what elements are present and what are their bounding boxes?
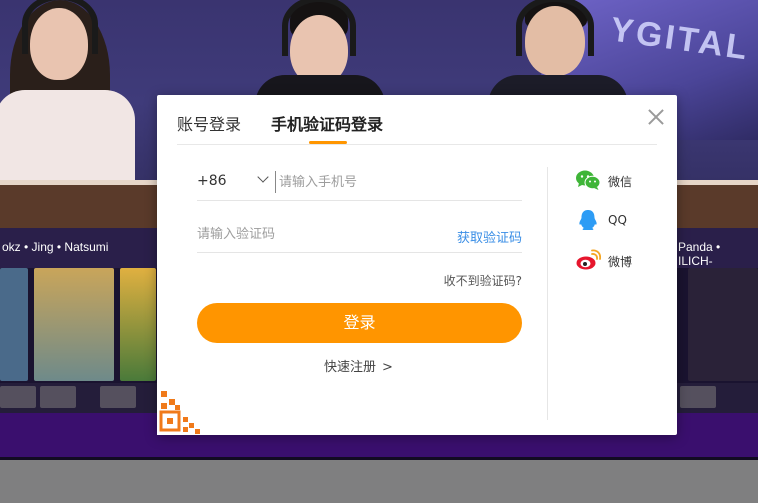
weibo-label: 微博 bbox=[608, 255, 633, 269]
register-arrow: > bbox=[382, 360, 393, 375]
qq-login[interactable]: QQ bbox=[575, 209, 645, 233]
wechat-label: 微信 bbox=[608, 175, 633, 189]
qq-icon bbox=[579, 210, 597, 230]
register-label: 快速注册 bbox=[324, 360, 377, 375]
weibo-login[interactable]: 微博 bbox=[575, 249, 645, 273]
hero-portrait bbox=[0, 268, 28, 381]
item-slot bbox=[100, 386, 136, 408]
country-code-select[interactable]: +86 bbox=[197, 173, 227, 189]
qr-code-icon bbox=[157, 385, 207, 435]
phone-input[interactable] bbox=[275, 171, 515, 193]
weibo-icon bbox=[576, 249, 601, 270]
code-field: 获取验证码 bbox=[197, 215, 522, 253]
item-slot bbox=[680, 386, 716, 408]
login-tabs: 账号登录 手机验证码登录 bbox=[177, 95, 657, 145]
qq-label: QQ bbox=[608, 213, 627, 227]
phone-field: +86 bbox=[197, 163, 522, 201]
no-code-link[interactable]: 收不到验证码? bbox=[444, 272, 522, 289]
caster-names: okz • Jing • Natsumi bbox=[2, 240, 109, 254]
login-modal: 账号登录 手机验证码登录 +86 获取验证码 收不到验证码? 登录 快速注册> … bbox=[157, 95, 677, 435]
close-icon[interactable] bbox=[646, 107, 666, 127]
get-code-link[interactable]: 获取验证码 bbox=[457, 227, 522, 246]
item-slot bbox=[0, 386, 36, 408]
hero-portrait bbox=[120, 268, 156, 381]
item-slot bbox=[40, 386, 76, 408]
wechat-icon bbox=[576, 170, 601, 190]
wechat-login[interactable]: 微信 bbox=[575, 169, 645, 193]
tab-account-login[interactable]: 账号登录 bbox=[177, 111, 241, 135]
active-tab-indicator bbox=[309, 141, 347, 144]
qr-code-toggle[interactable] bbox=[157, 385, 207, 435]
vertical-divider bbox=[547, 167, 548, 420]
tab-phone-code-login[interactable]: 手机验证码登录 bbox=[271, 111, 383, 135]
caster-names-right: Panda • ILICH- bbox=[678, 240, 721, 268]
bottom-bar bbox=[0, 460, 758, 503]
hero-portrait bbox=[34, 268, 114, 381]
hero-portrait bbox=[688, 268, 758, 381]
quick-register-link[interactable]: 快速注册 > bbox=[324, 356, 393, 375]
code-input[interactable] bbox=[197, 223, 427, 245]
login-button[interactable]: 登录 bbox=[197, 303, 522, 343]
chevron-down-icon[interactable] bbox=[257, 173, 269, 185]
